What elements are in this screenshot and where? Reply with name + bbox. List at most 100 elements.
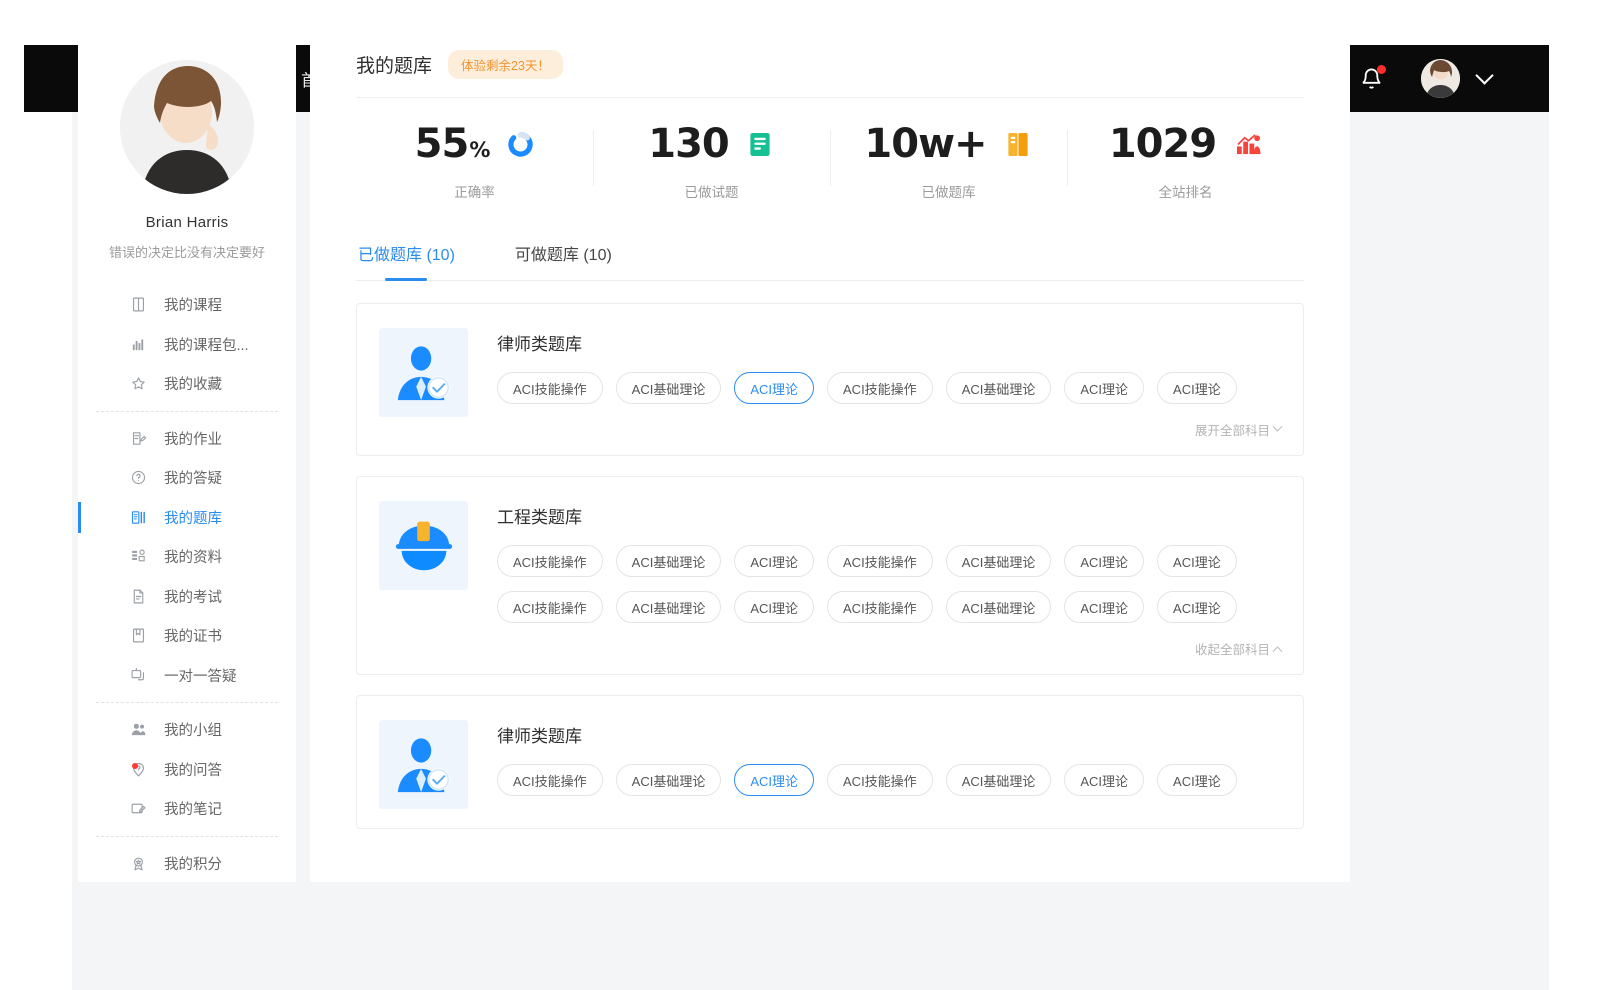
app-root: LOGO 首页发现课程公开课新闻资讯问答社区题库 ••• APP下载 [0, 0, 1600, 990]
bars-icon [130, 336, 147, 353]
tab-2[interactable]: 可做题库 (10) [513, 237, 614, 280]
subject-tag[interactable]: ACI理论 [734, 372, 814, 404]
subject-tag[interactable]: ACI理论 [1064, 764, 1144, 796]
account-chevron-down-icon[interactable] [1475, 66, 1493, 84]
stat-label: 正确率 [454, 181, 495, 201]
sidebar-item-5[interactable]: 我的作业 [78, 419, 296, 459]
card-thumbnail [379, 328, 468, 417]
materials-icon [130, 548, 147, 565]
sidebar-item-label: 我的课程 [164, 294, 222, 315]
subject-tag[interactable]: ACI基础理论 [616, 545, 722, 577]
donut-chart-icon [508, 131, 534, 157]
expand-link-label: 展开全部科目 [1195, 420, 1270, 439]
subject-tag-group: ACI技能操作 ACI基础理论 ACI理论 ACI技能操作 ACI基础理论 ACI理论 AC… [497, 372, 1281, 404]
subject-tag[interactable]: ACI技能操作 [497, 764, 603, 796]
sidebar-item-6[interactable]: 我的答疑 [78, 458, 296, 498]
stat-value-row: 130 [648, 124, 775, 164]
chat-icon [130, 667, 147, 684]
question-bank-icon [130, 509, 147, 526]
sidebar-item-label: 我的小组 [164, 719, 222, 740]
subject-tag[interactable]: ACI技能操作 [827, 545, 933, 577]
subject-tag[interactable]: ACI理论 [734, 764, 814, 796]
stat-unit: % [469, 138, 489, 162]
profile-name: Brian Harris [78, 214, 296, 231]
sidebar-item-14[interactable]: 我的问答 [78, 750, 296, 790]
avatar[interactable] [1421, 59, 1460, 98]
stat-card-4: 1029 全站排名 [1067, 124, 1304, 201]
sidebar-item-2[interactable]: 我的课程包... [78, 325, 296, 365]
subject-tag-row: ACI技能操作 ACI基础理论 ACI理论 ACI技能操作 ACI基础理论 ACI理论 AC… [497, 372, 1281, 404]
stat-value: 1029 [1109, 124, 1217, 164]
sidebar-item-15[interactable]: 我的笔记 [78, 789, 296, 829]
hardhat-icon [393, 517, 455, 575]
orange-book-icon [1007, 132, 1029, 157]
subject-tag[interactable]: ACI理论 [1064, 372, 1144, 404]
subject-tag-row: ACI技能操作 ACI基础理论 ACI理论 ACI技能操作 ACI基础理论 ACI理论 AC… [497, 545, 1281, 577]
sidebar-divider [96, 411, 278, 412]
stat-number: 130 [648, 121, 729, 167]
sidebar-item-17[interactable]: 我的积分 [78, 844, 296, 884]
sidebar-item-10[interactable]: 我的证书 [78, 616, 296, 656]
expand-subjects-link[interactable]: 展开全部科目 [1195, 420, 1281, 439]
card-body: 工程类题库ACI技能操作ACI基础理论ACI理论ACI技能操作ACI基础理论AC… [497, 501, 1281, 664]
stat-value-row: 10w+ [864, 124, 1032, 164]
profile-avatar[interactable] [120, 60, 254, 194]
question-bank-icon [130, 509, 147, 526]
subject-tag[interactable]: ACI基础理论 [616, 372, 722, 404]
lawyer-avatar-icon [393, 342, 455, 404]
question-bank-card[interactable]: 律师类题库ACI技能操作ACI基础理论ACI理论ACI技能操作ACI基础理论AC… [356, 695, 1304, 829]
subject-tag[interactable]: ACI基础理论 [616, 591, 722, 623]
note-icon [130, 800, 147, 817]
collapse-subjects-link[interactable]: 收起全部科目 [1195, 639, 1281, 658]
sidebar-menu: 我的课程我的课程包... 我的收藏我的作业我的答疑我的题库我的资料我的考试我的证书… [78, 285, 296, 883]
book-icon [130, 296, 147, 313]
sidebar-item-label: 我的资料 [164, 546, 222, 567]
subject-tag[interactable]: ACI理论 [734, 591, 814, 623]
expand-link-label: 收起全部科目 [1195, 639, 1270, 658]
sidebar-item-1[interactable]: 我的课程 [78, 285, 296, 325]
subject-tag[interactable]: ACI理论 [1157, 545, 1237, 577]
question-circle-icon [130, 469, 147, 486]
subject-tag[interactable]: ACI基础理论 [946, 591, 1052, 623]
subject-tag[interactable]: ACI技能操作 [827, 372, 933, 404]
subject-tag[interactable]: ACI基础理论 [946, 764, 1052, 796]
subject-tag[interactable]: ACI基础理论 [946, 372, 1052, 404]
subject-tag[interactable]: ACI技能操作 [827, 591, 933, 623]
notification-bell-button[interactable] [1360, 67, 1383, 91]
subject-tag[interactable]: ACI理论 [1064, 545, 1144, 577]
sidebar-item-3[interactable]: 我的收藏 [78, 364, 296, 404]
chat-icon [130, 667, 147, 684]
stat-label: 全站排名 [1159, 181, 1213, 201]
unread-dot-badge [132, 763, 138, 769]
sidebar-item-13[interactable]: 我的小组 [78, 710, 296, 750]
subject-tag[interactable]: ACI技能操作 [497, 372, 603, 404]
orange-book-icon [1007, 131, 1033, 157]
star-icon [130, 375, 147, 392]
question-bank-card[interactable]: 工程类题库ACI技能操作ACI基础理论ACI理论ACI技能操作ACI基础理论AC… [356, 476, 1304, 675]
subject-tag[interactable]: ACI理论 [1157, 591, 1237, 623]
subject-tag-row: ACI技能操作 ACI基础理论 ACI理论 ACI技能操作 ACI基础理论 ACI理论 AC… [497, 764, 1281, 796]
stat-number: 1029 [1109, 121, 1216, 167]
subject-tag[interactable]: ACI理论 [1157, 764, 1237, 796]
materials-icon [130, 548, 147, 565]
subject-tag[interactable]: ACI技能操作 [497, 591, 603, 623]
sidebar-item-8[interactable]: 我的资料 [78, 537, 296, 577]
subject-tag[interactable]: ACI技能操作 [827, 764, 933, 796]
subject-tag[interactable]: ACI基础理论 [946, 545, 1052, 577]
subject-tag[interactable]: ACI理论 [1064, 591, 1144, 623]
green-doc-icon [749, 132, 771, 157]
question-bank-card[interactable]: 律师类题库ACI技能操作ACI基础理论ACI理论ACI技能操作ACI基础理论AC… [356, 303, 1304, 456]
subject-tag[interactable]: ACI理论 [734, 545, 814, 577]
subject-tag[interactable]: ACI理论 [1157, 372, 1237, 404]
trial-status-badge: 体验剩余23天！ [448, 50, 563, 79]
bars-icon [130, 336, 147, 353]
subject-tag[interactable]: ACI基础理论 [616, 764, 722, 796]
group-icon [130, 721, 147, 738]
sidebar-item-label: 我的收藏 [164, 373, 222, 394]
sidebar-item-7[interactable]: 我的题库 [78, 498, 296, 538]
subject-tag[interactable]: ACI技能操作 [497, 545, 603, 577]
stat-label: 已做题库 [922, 181, 976, 201]
tab-1[interactable]: 已做题库 (10) [356, 237, 457, 280]
sidebar-item-9[interactable]: 我的考试 [78, 577, 296, 617]
sidebar-item-11[interactable]: 一对一答疑 [78, 656, 296, 696]
